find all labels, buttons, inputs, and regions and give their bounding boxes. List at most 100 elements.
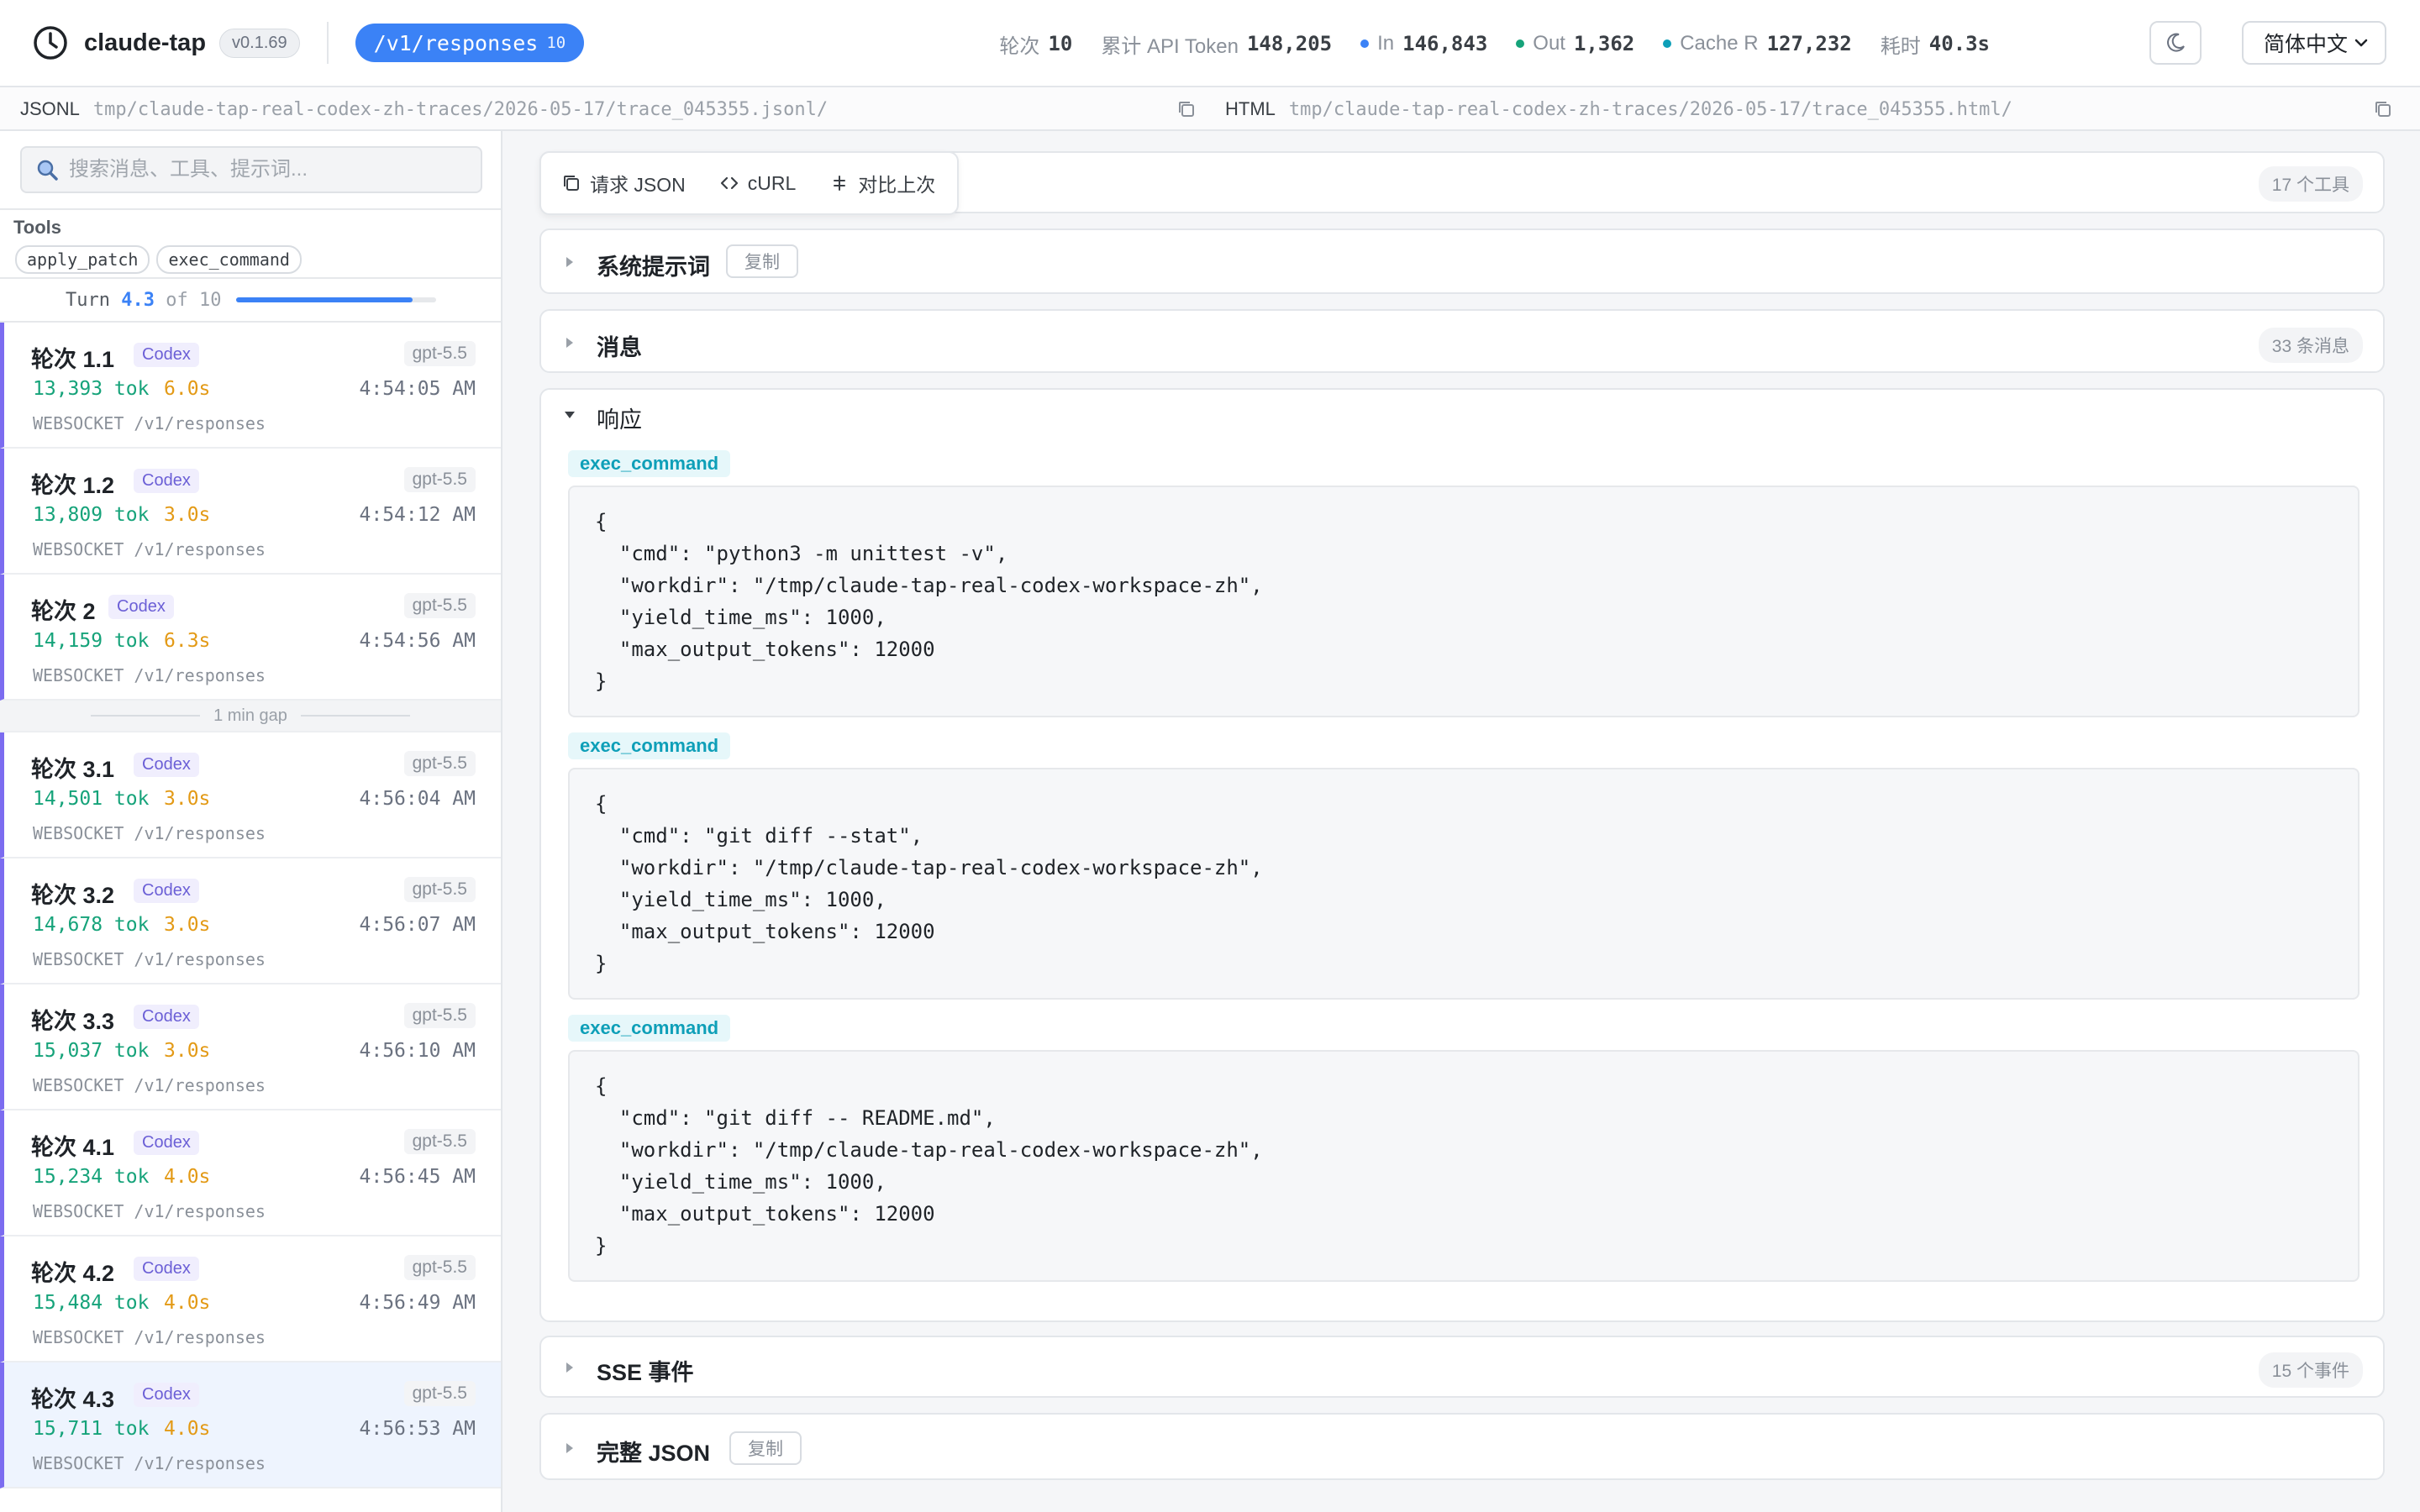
messages-title: 消息 <box>597 335 642 360</box>
turn-route: WEBSOCKET /v1/responses <box>33 665 266 685</box>
code-line: "cmd": "python3 -m unittest -v", <box>595 542 1008 565</box>
turn-name: 轮次 4.2 <box>31 1261 115 1286</box>
endpoint-filter-button[interactable]: /v1/responses 10 <box>355 24 585 62</box>
turn-duration: 6.0s <box>164 378 211 400</box>
model-badge: gpt-5.5 <box>403 1129 476 1154</box>
turn-tokens: 15,234 tok <box>33 1166 150 1188</box>
caret-right-icon <box>566 257 573 267</box>
agent-badge: Codex <box>134 753 199 777</box>
code-line: "cmd": "git diff --stat", <box>595 824 923 848</box>
out-dot-icon <box>1516 39 1525 48</box>
endpoint-count: 10 <box>546 34 566 52</box>
stat-in: In 146,843 <box>1360 32 1487 55</box>
full-json-section[interactable]: 完整 JSON 复制 <box>539 1413 2385 1480</box>
code-line: "workdir": "/tmp/claude-tap-real-codex-w… <box>595 856 1263 879</box>
sse-events-section[interactable]: SSE 事件 15 个事件 <box>539 1336 2385 1398</box>
turn-tokens: 14,159 tok <box>33 630 150 652</box>
turn-duration: 4.0s <box>164 1418 211 1440</box>
turn-name: 轮次 4.1 <box>31 1135 115 1160</box>
gap-label: 1 min gap <box>213 706 287 725</box>
turn-tokens: 14,678 tok <box>33 914 150 936</box>
system-prompt-title: 系统提示词 <box>597 255 710 280</box>
turn-route: WEBSOCKET /v1/responses <box>33 1201 266 1221</box>
tool-call-arguments: { "cmd": "git diff -- README.md", "workd… <box>568 1050 2360 1282</box>
response-title: 响应 <box>597 407 642 433</box>
turn-name: 轮次 1.2 <box>31 473 115 498</box>
turn-name: 轮次 3.2 <box>31 883 115 908</box>
turn-timestamp: 4:56:45 AM <box>359 1166 476 1188</box>
code-line: { <box>595 792 608 816</box>
turn-list: 轮次 1.1 Codex gpt-5.5 13,393 tok 6.0s 4:54:05 … <box>0 323 501 1488</box>
turn-list-item[interactable]: 轮次 3.1 Codex gpt-5.5 14,501 tok 3.0s 4:56:04 … <box>0 732 501 858</box>
turn-list-item[interactable]: 轮次 1.1 Codex gpt-5.5 13,393 tok 6.0s 4:54:05 … <box>0 323 501 449</box>
stat-out: Out 1,362 <box>1516 32 1634 55</box>
curl-button[interactable]: cURL <box>719 172 796 195</box>
turn-name: 轮次 4.3 <box>31 1387 115 1412</box>
sse-events-count-badge: 15 个事件 <box>2258 1352 2363 1388</box>
turn-tokens: 13,809 tok <box>33 504 150 526</box>
search-input[interactable] <box>69 158 472 181</box>
tools-filter: Tools apply_patch exec_command <box>0 208 501 279</box>
agent-badge: Codex <box>134 879 199 903</box>
stat-tokens: 累计 API Token 148,205 <box>1101 32 1333 58</box>
turn-route: WEBSOCKET /v1/responses <box>33 823 266 843</box>
diff-icon <box>834 176 846 191</box>
turn-list-item[interactable]: 轮次 3.2 Codex gpt-5.5 14,678 tok 3.0s 4:56:07 … <box>0 858 501 984</box>
copy-system-prompt-button[interactable]: 复制 <box>726 244 798 278</box>
copy-full-json-button[interactable]: 复制 <box>729 1431 802 1465</box>
turn-tokens: 15,037 tok <box>33 1040 150 1062</box>
response-section: 响应 exec_command { "cmd": "python3 -m unit… <box>539 388 2385 1322</box>
agent-badge: Codex <box>134 1131 199 1155</box>
jsonl-path: JSONL tmp/claude-tap-real-codex-zh-trace… <box>20 98 829 120</box>
brand[interactable]: claude-tap v0.1.69 <box>32 24 300 61</box>
gap-line <box>91 715 201 717</box>
caret-right-icon <box>566 1443 573 1453</box>
stat-cache: Cache R 127,232 <box>1663 32 1852 55</box>
agent-badge: Codex <box>134 469 199 493</box>
turn-name: 轮次 1.1 <box>31 347 115 372</box>
tools-count-badge: 17 个工具 <box>2258 166 2363 202</box>
turn-route: WEBSOCKET /v1/responses <box>33 1453 266 1473</box>
turn-timestamp: 4:54:05 AM <box>359 378 476 400</box>
turn-list-item[interactable]: 轮次 1.2 Codex gpt-5.5 13,809 tok 3.0s 4:54:12 … <box>0 449 501 575</box>
turn-name: 轮次 3.1 <box>31 757 115 782</box>
turn-tokens: 15,711 tok <box>33 1418 150 1440</box>
search-icon <box>37 160 58 181</box>
code-line: } <box>595 669 608 693</box>
code-line: } <box>595 1234 608 1257</box>
moon-icon <box>2167 33 2185 52</box>
tool-call-name: exec_command <box>568 1015 731 1042</box>
language-select[interactable]: 简体中文 <box>2242 21 2386 65</box>
response-header[interactable]: 响应 <box>541 390 2383 454</box>
turn-duration: 6.3s <box>164 630 211 652</box>
copy-jsonl-icon[interactable] <box>1176 99 1197 119</box>
request-json-button[interactable]: 请求 JSON <box>561 169 686 197</box>
theme-toggle-button[interactable] <box>2149 21 2202 65</box>
main-panel: 17 个工具 请求 JSON cURL 对比上次 系统提示词 复制 消息 33 … <box>502 131 2420 1512</box>
turn-progress-fill <box>236 297 413 302</box>
turn-list-item[interactable]: 轮次 4.1 Codex gpt-5.5 15,234 tok 4.0s 4:56:45 … <box>0 1110 501 1236</box>
tool-chip-apply-patch[interactable]: apply_patch <box>15 245 150 274</box>
system-prompt-section[interactable]: 系统提示词 复制 <box>539 228 2385 294</box>
search-box[interactable] <box>20 146 482 193</box>
turn-route: WEBSOCKET /v1/responses <box>33 539 266 559</box>
time-gap-divider: 1 min gap <box>0 701 501 732</box>
code-line: "max_output_tokens": 12000 <box>595 638 935 661</box>
caret-down-icon <box>565 412 575 418</box>
turn-list-item[interactable]: 轮次 4.2 Codex gpt-5.5 15,484 tok 4.0s 4:56:49 … <box>0 1236 501 1362</box>
model-badge: gpt-5.5 <box>403 593 476 618</box>
turn-list-item[interactable]: 轮次 2 Codex gpt-5.5 14,159 tok 6.3s 4:54:56 AM… <box>0 575 501 701</box>
messages-count-badge: 33 条消息 <box>2258 328 2363 363</box>
header-divider <box>326 22 329 64</box>
messages-section[interactable]: 消息 33 条消息 <box>539 309 2385 373</box>
code-line: "cmd": "git diff -- README.md", <box>595 1106 996 1130</box>
turn-list-item[interactable]: 轮次 4.3 Codex gpt-5.5 15,711 tok 4.0s 4:56:53 … <box>0 1362 501 1488</box>
code-line: "yield_time_ms": 1000, <box>595 888 886 911</box>
copy-html-icon[interactable] <box>2373 99 2393 119</box>
tool-chip-exec-command[interactable]: exec_command <box>156 245 302 274</box>
turn-progress-bar[interactable] <box>236 297 437 302</box>
model-badge: gpt-5.5 <box>403 877 476 902</box>
diff-previous-button[interactable]: 对比上次 <box>829 169 935 197</box>
turn-list-item[interactable]: 轮次 3.3 Codex gpt-5.5 15,037 tok 3.0s 4:56:10 … <box>0 984 501 1110</box>
turn-timestamp: 4:56:07 AM <box>359 914 476 936</box>
